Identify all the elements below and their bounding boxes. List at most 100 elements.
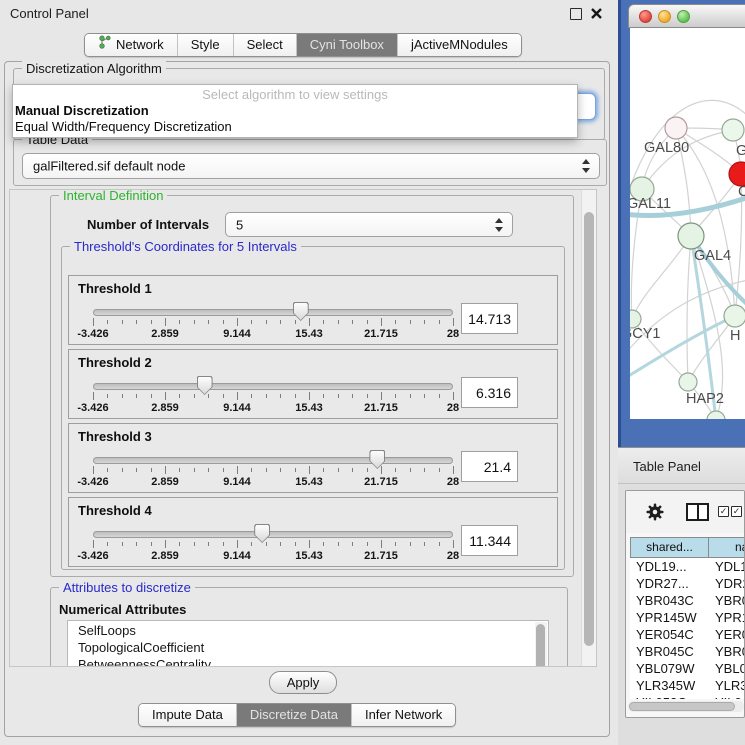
attribute-item[interactable]: TopologicalCoefficient <box>68 638 548 655</box>
slider-track[interactable] <box>93 383 453 390</box>
close-traffic-light-icon[interactable] <box>639 10 652 23</box>
table-row[interactable]: YLR345WYLR3 <box>630 677 745 694</box>
tick-label: 15.43 <box>295 402 323 414</box>
tab-cyni-toolbox[interactable]: Cyni Toolbox <box>297 34 398 56</box>
table-panel-header: Table Panel <box>618 447 745 484</box>
slider-track[interactable] <box>93 309 453 316</box>
threshold-label: Threshold 4 <box>78 503 152 518</box>
tab-discretize-data[interactable]: Discretize Data <box>237 704 352 726</box>
slider-track[interactable] <box>93 457 453 464</box>
network-node[interactable] <box>679 373 697 391</box>
scrollbar-thumb[interactable] <box>584 212 594 646</box>
column-header[interactable]: na <box>709 537 745 558</box>
tab-select[interactable]: Select <box>234 34 297 56</box>
table-cell: YIL052C <box>630 694 709 699</box>
combobox-value: 5 <box>236 217 243 232</box>
network-graph[interactable]: GAL80GCGAL11GAL4GCY1HHAP2 <box>630 28 745 419</box>
numerical-attributes-label: Numerical Attributes <box>59 602 186 617</box>
table-panel-title: Table Panel <box>633 459 701 474</box>
tab-style[interactable]: Style <box>178 34 234 56</box>
tab-impute-data[interactable]: Impute Data <box>139 704 237 726</box>
table-row[interactable]: YER054CYER0 <box>630 626 745 643</box>
network-edge[interactable] <box>632 236 691 319</box>
tab-label: Infer Network <box>365 704 442 726</box>
tick-label: 2.859 <box>151 402 179 414</box>
threshold-slider[interactable]: -3.4262.8599.14415.4321.71528 <box>93 450 453 490</box>
network-edge[interactable] <box>687 236 691 382</box>
table-cell: YDR2 <box>709 575 745 592</box>
attribute-item[interactable]: SelfLoops <box>68 621 548 638</box>
attribute-list[interactable]: SelfLoopsTopologicalCoefficientBetweenne… <box>67 620 549 667</box>
apply-button[interactable]: Apply <box>269 671 337 694</box>
network-node[interactable] <box>722 119 744 141</box>
table-row[interactable]: YBR045CYBR0 <box>630 643 745 660</box>
close-icon[interactable] <box>590 7 603 20</box>
attribute-item[interactable]: BetweennessCentrality <box>68 655 548 667</box>
threshold-value-field[interactable]: 11.344 <box>461 525 518 556</box>
slider-tick-labels: -3.4262.8599.14415.4321.71528 <box>93 402 453 414</box>
number-of-intervals-label: Number of Intervals <box>87 217 209 232</box>
table-data-combobox[interactable]: galFiltered.sif default node <box>22 153 600 179</box>
checkbox-icon[interactable]: ✓ <box>718 506 729 517</box>
network-node[interactable] <box>724 305 745 327</box>
network-node[interactable] <box>707 411 725 419</box>
table-panel-inner: ✓ ✓ shared...na YDL19...YDL1YDR27...YDR2… <box>625 490 745 718</box>
group-title: Attributes to discretize <box>59 580 195 595</box>
column-header[interactable]: shared... <box>630 537 709 558</box>
table-row[interactable]: YDR27...YDR2 <box>630 575 745 592</box>
screen: Control Panel NetworkStyleSelectCyni Too… <box>0 0 745 745</box>
tick-label: 28 <box>447 402 459 414</box>
node-label: GAL11 <box>630 196 671 212</box>
threshold-slider[interactable]: -3.4262.8599.14415.4321.71528 <box>93 302 453 342</box>
tab-network[interactable]: Network <box>85 34 178 56</box>
algorithm-option[interactable]: Manual Discretization <box>13 102 577 118</box>
vertical-scrollbar[interactable] <box>581 190 596 666</box>
table-cell: YBL0 <box>709 660 745 677</box>
network-node[interactable] <box>665 117 687 139</box>
tab-label: Impute Data <box>152 704 223 726</box>
slider-track[interactable] <box>93 531 453 538</box>
float-window-icon[interactable] <box>570 8 582 20</box>
threshold-slider[interactable]: -3.4262.8599.14415.4321.71528 <box>93 376 453 416</box>
table-row[interactable]: YDL19...YDL1 <box>630 558 745 575</box>
table-row[interactable]: YPR145WYPR1 <box>630 609 745 626</box>
tab-jactivemnodules[interactable]: jActiveMNodules <box>398 34 521 56</box>
horizontal-scrollbar[interactable] <box>628 701 744 712</box>
table-row[interactable]: YBL079WYBL0 <box>630 660 745 677</box>
tab-infer-network[interactable]: Infer Network <box>352 704 455 726</box>
network-node[interactable] <box>678 223 704 249</box>
attribute-list-scrollbar[interactable] <box>535 622 547 667</box>
table-row[interactable]: YIL052CYIL0 <box>630 694 745 699</box>
table-cell: YER054C <box>630 626 709 643</box>
cyni-bottom-tabs: Impute Data Discretize Data Infer Network <box>138 703 456 727</box>
zoom-traffic-light-icon[interactable] <box>677 10 690 23</box>
threshold-value-field[interactable]: 6.316 <box>461 377 518 408</box>
tick-label: 2.859 <box>151 328 179 340</box>
network-canvas[interactable]: GAL80GCGAL11GAL4GCY1HHAP2 <box>630 28 745 419</box>
threshold-value-field[interactable]: 14.713 <box>461 303 518 334</box>
table-row[interactable]: YBR043CYBR0 <box>630 592 745 609</box>
threshold-value-field[interactable]: 21.4 <box>461 451 518 482</box>
gear-icon[interactable] <box>646 503 664 521</box>
thresholds-group: Threshold's Coordinates for 5 Intervals … <box>61 246 565 570</box>
node-label: HAP2 <box>686 391 724 407</box>
table-cell: YLR3 <box>709 677 745 694</box>
tab-label: jActiveMNodules <box>411 34 508 56</box>
attributes-group: Attributes to discretize Numerical Attri… <box>50 587 568 667</box>
tick-label: 21.715 <box>364 328 398 340</box>
tick-label: 9.144 <box>223 476 251 488</box>
table-cell: YIL0 <box>709 694 745 699</box>
minimize-traffic-light-icon[interactable] <box>658 10 671 23</box>
checkbox-icon[interactable]: ✓ <box>731 506 742 517</box>
table-cell: YPR145W <box>630 609 709 626</box>
network-edge[interactable] <box>642 130 733 189</box>
combobox-value: galFiltered.sif default node <box>33 159 185 174</box>
stepper-icon <box>495 218 504 232</box>
scrollbar-thumb[interactable] <box>629 702 735 711</box>
algorithm-option[interactable]: Equal Width/Frequency Discretization <box>13 118 577 134</box>
network-edge[interactable] <box>676 128 735 316</box>
columns-icon[interactable] <box>686 503 709 521</box>
threshold-slider[interactable]: -3.4262.8599.14415.4321.71528 <box>93 524 453 564</box>
table-cell: YBR045C <box>630 643 709 660</box>
number-of-intervals-combobox[interactable]: 5 <box>225 212 513 237</box>
